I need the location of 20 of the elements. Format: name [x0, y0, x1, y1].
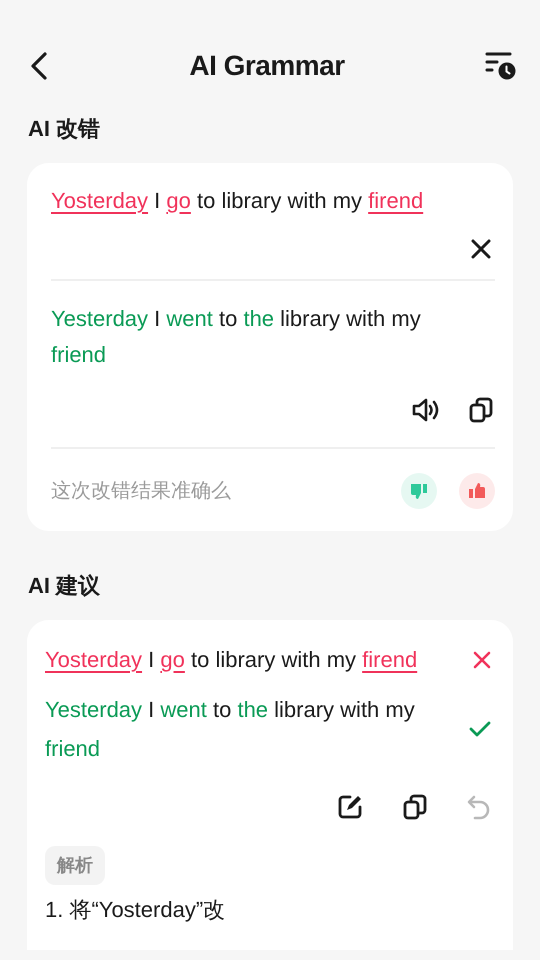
- thumbs-up-icon: [467, 481, 487, 501]
- analysis-text: 1. 将“Yosterday”改: [45, 896, 226, 924]
- corrected-sentence: Yesterday I went to the library with my friend: [45, 696, 416, 763]
- original-sentence: Yosterday I go to library with my firend: [51, 187, 424, 215]
- section-heading: AI 建议: [28, 572, 102, 600]
- speaker-icon[interactable]: [411, 397, 441, 423]
- copy-icon[interactable]: [469, 397, 493, 423]
- app-title: AI Grammar: [189, 49, 345, 83]
- copy-icon[interactable]: [403, 794, 427, 820]
- section-heading: AI 改错: [28, 115, 102, 143]
- original-sentence: Yosterday I go to library with my firend: [45, 646, 418, 674]
- check-icon[interactable]: [469, 721, 491, 737]
- corrected-sentence: Yesterday I went to the library with my friend: [51, 305, 422, 369]
- history-icon[interactable]: [484, 51, 516, 81]
- feedback-prompt: 这次改错结果准确么: [51, 479, 231, 504]
- like-button[interactable]: [459, 473, 495, 509]
- edit-icon[interactable]: [337, 794, 363, 820]
- analysis-tag: 解析: [45, 846, 105, 885]
- close-icon[interactable]: [471, 239, 491, 259]
- thumbs-down-icon: [409, 481, 429, 501]
